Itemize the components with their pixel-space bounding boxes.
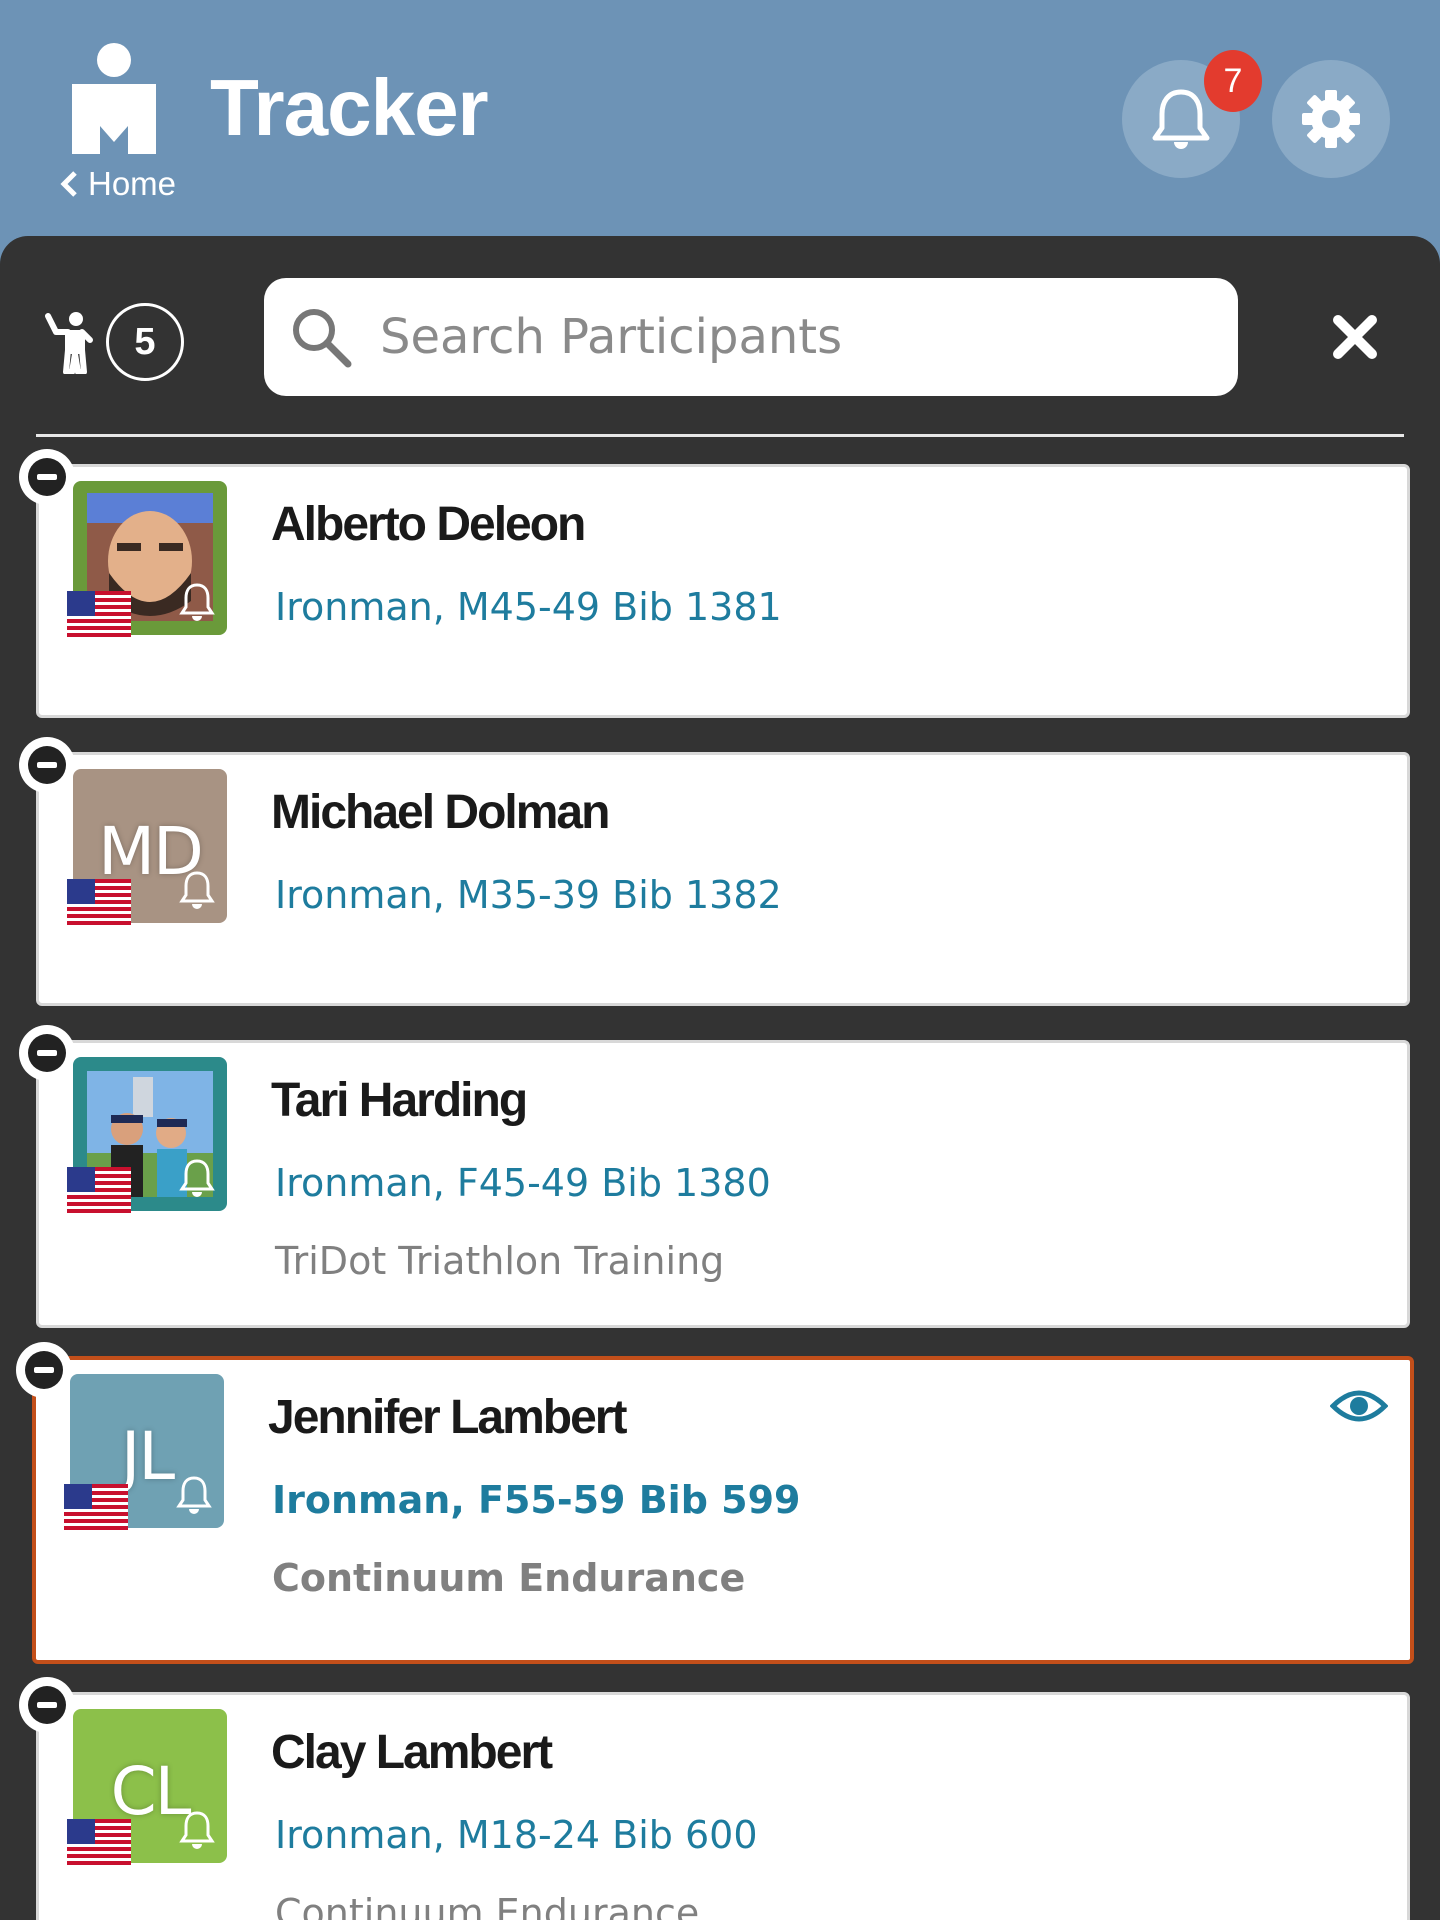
participant-count-badge: 5 — [106, 303, 184, 381]
bell-icon[interactable] — [174, 1474, 214, 1516]
bell-icon[interactable] — [177, 1157, 217, 1199]
search-bar[interactable] — [264, 278, 1238, 396]
participant-division: Ironman, M18-24 Bib 600 — [275, 1813, 758, 1857]
participant-name: Clay Lambert — [271, 1726, 553, 1779]
participant-team: Continuum Endurance — [272, 1556, 746, 1600]
minus-icon — [25, 1351, 63, 1389]
participants-panel: 5 Search Participants Alberto Deleon Iro… — [0, 236, 1440, 1920]
ironman-logo[interactable] — [70, 42, 158, 154]
minus-icon — [28, 1686, 66, 1724]
divider — [36, 434, 1404, 437]
remove-participant-button[interactable] — [19, 1677, 75, 1733]
page-title: Tracker — [210, 63, 489, 152]
participant-card-selected[interactable]: JL Jennifer Lambert Ironman, F55-59 Bib … — [16, 1342, 1414, 1664]
participant-name: Michael Dolman — [271, 786, 610, 839]
participant-division: Ironman, M45-49 Bib 1381 — [275, 585, 782, 629]
participant-name: Tari Harding — [271, 1074, 528, 1127]
close-icon[interactable] — [1330, 312, 1380, 362]
gear-icon — [1302, 90, 1360, 148]
participant-name: Jennifer Lambert — [268, 1391, 627, 1444]
participant-card[interactable]: Alberto Deleon Ironman, M45-49 Bib 1381 — [19, 449, 1410, 718]
eye-icon[interactable] — [1330, 1386, 1388, 1426]
participant-card[interactable]: Tari Harding Ironman, F45-49 Bib 1380 Tr… — [19, 1025, 1410, 1328]
participant-division: Ironman, F55-59 Bib 599 — [272, 1478, 801, 1522]
remove-participant-button[interactable] — [19, 1025, 75, 1081]
participant-name: Alberto Deleon — [271, 498, 586, 551]
participant-card[interactable]: CL Clay Lambert Ironman, M18-24 Bib 600 … — [19, 1677, 1410, 1920]
us-flag-icon — [64, 1484, 128, 1530]
chevron-left-icon — [60, 171, 77, 197]
minus-icon — [28, 1034, 66, 1072]
participant-division: Ironman, M35-39 Bib 1382 — [275, 873, 782, 917]
search-input[interactable] — [380, 309, 1200, 365]
participant-card[interactable]: MD Michael Dolman Ironman, M35-39 Bib 13… — [19, 737, 1410, 1006]
minus-icon — [28, 458, 66, 496]
us-flag-icon — [67, 879, 131, 925]
bell-icon[interactable] — [177, 1809, 217, 1851]
participant-team: TriDot Triathlon Training — [275, 1239, 725, 1283]
participant-division: Ironman, F45-49 Bib 1380 — [275, 1161, 771, 1205]
us-flag-icon — [67, 591, 131, 637]
home-link-label: Home — [88, 165, 177, 202]
avatar-initials: JL — [120, 1417, 175, 1495]
person-wave-icon — [45, 312, 93, 374]
us-flag-icon — [67, 1167, 131, 1213]
remove-participant-button[interactable] — [16, 1342, 72, 1398]
bell-icon[interactable] — [177, 869, 217, 911]
bell-icon — [1152, 89, 1210, 149]
participant-count: 5 — [44, 302, 184, 382]
participant-team: Continuum Endurance — [275, 1891, 700, 1920]
us-flag-icon — [67, 1819, 131, 1865]
app-header: Tracker Home 7 — [0, 0, 1440, 222]
home-back-link[interactable]: Home — [60, 162, 176, 206]
search-icon — [293, 309, 352, 368]
bell-icon[interactable] — [177, 581, 217, 623]
notification-count-badge: 7 — [1204, 50, 1262, 112]
settings-button[interactable] — [1272, 60, 1390, 178]
minus-icon — [28, 746, 66, 784]
remove-participant-button[interactable] — [19, 737, 75, 793]
remove-participant-button[interactable] — [19, 449, 75, 505]
